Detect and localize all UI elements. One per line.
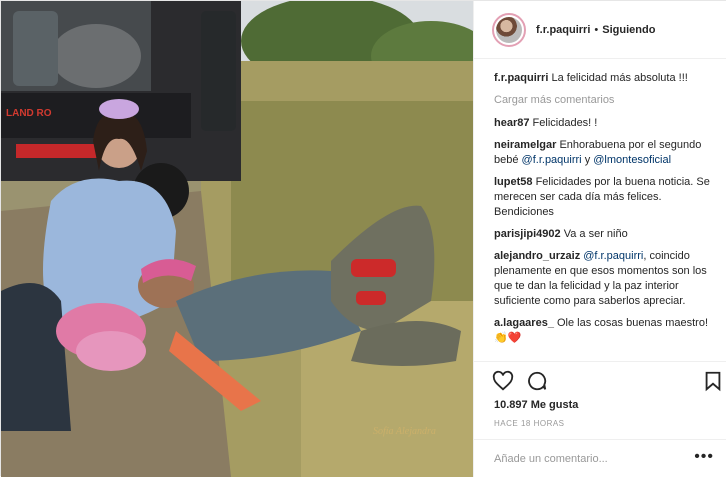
photo-watermark: Sofía Alejandra bbox=[373, 426, 436, 437]
comment-mention[interactable]: @f.r.paquirri bbox=[583, 250, 643, 262]
comment-item: parisjipi4902 Va a ser niño bbox=[494, 227, 712, 242]
comment-text: Va a ser niño bbox=[563, 228, 628, 240]
caption: f.r.paquirri La felicidad más absoluta !… bbox=[494, 71, 712, 86]
comment-item: hear87 Felicidades! ! bbox=[494, 116, 712, 131]
action-bar bbox=[474, 361, 726, 401]
caption-text: La felicidad más absoluta !!! bbox=[551, 72, 688, 84]
instagram-post: LAND RO Sofía Alejandra f.r.paquirri • S… bbox=[0, 0, 726, 477]
comment-item: a.lagaares_ Ole las cosas buenas maestro… bbox=[494, 316, 712, 346]
post-header: f.r.paquirri • Siguiendo bbox=[474, 1, 726, 59]
follow-status-button[interactable]: Siguiendo bbox=[602, 24, 655, 36]
bookmark-icon[interactable] bbox=[702, 370, 724, 392]
comment-mention[interactable]: @lmontesoficial bbox=[593, 154, 671, 166]
comment-text-connector: y bbox=[584, 154, 591, 166]
comment-username[interactable]: hear87 bbox=[494, 117, 529, 129]
heart-icon[interactable] bbox=[492, 370, 514, 392]
comment-item: lupet58 Felicidades por la buena noticia… bbox=[494, 175, 712, 220]
caption-username[interactable]: f.r.paquirri bbox=[494, 72, 548, 84]
add-comment-bar: ••• bbox=[474, 439, 726, 477]
comment-username[interactable]: lupet58 bbox=[494, 176, 533, 188]
header-username[interactable]: f.r.paquirri bbox=[536, 24, 590, 36]
avatar-image bbox=[496, 16, 522, 43]
post-photo[interactable]: LAND RO Sofía Alejandra bbox=[1, 1, 473, 477]
vehicle-badge-text: LAND RO bbox=[6, 108, 52, 119]
comment-username[interactable]: a.lagaares_ bbox=[494, 317, 554, 329]
more-options-icon[interactable]: ••• bbox=[694, 448, 714, 466]
comment-username[interactable]: neiramelgar bbox=[494, 139, 556, 151]
avatar[interactable] bbox=[492, 12, 526, 47]
header-separator: • bbox=[594, 23, 599, 36]
comment-item: alejandro_urzaiz @f.r.paquirri, coincido… bbox=[494, 249, 712, 309]
comment-mention[interactable]: @f.r.paquirri bbox=[522, 154, 582, 166]
load-more-comments-link[interactable]: Cargar más comentarios bbox=[494, 93, 712, 108]
comment-icon[interactable] bbox=[526, 370, 548, 392]
post-timestamp: HACE 18 HORAS bbox=[494, 419, 565, 428]
photo-illustration: LAND RO Sofía Alejandra bbox=[1, 1, 473, 477]
post-side-panel: f.r.paquirri • Siguiendo f.r.paquirri La… bbox=[473, 1, 726, 477]
add-comment-input[interactable] bbox=[494, 450, 694, 468]
comments-list[interactable]: f.r.paquirri La felicidad más absoluta !… bbox=[494, 71, 712, 361]
likes-count[interactable]: 10.897 Me gusta bbox=[494, 399, 578, 411]
comment-text: Felicidades! ! bbox=[532, 117, 598, 129]
comment-username[interactable]: parisjipi4902 bbox=[494, 228, 561, 240]
comment-item: neiramelgar Enhorabuena por el segundo b… bbox=[494, 138, 712, 168]
comment-username[interactable]: alejandro_urzaiz bbox=[494, 250, 580, 262]
